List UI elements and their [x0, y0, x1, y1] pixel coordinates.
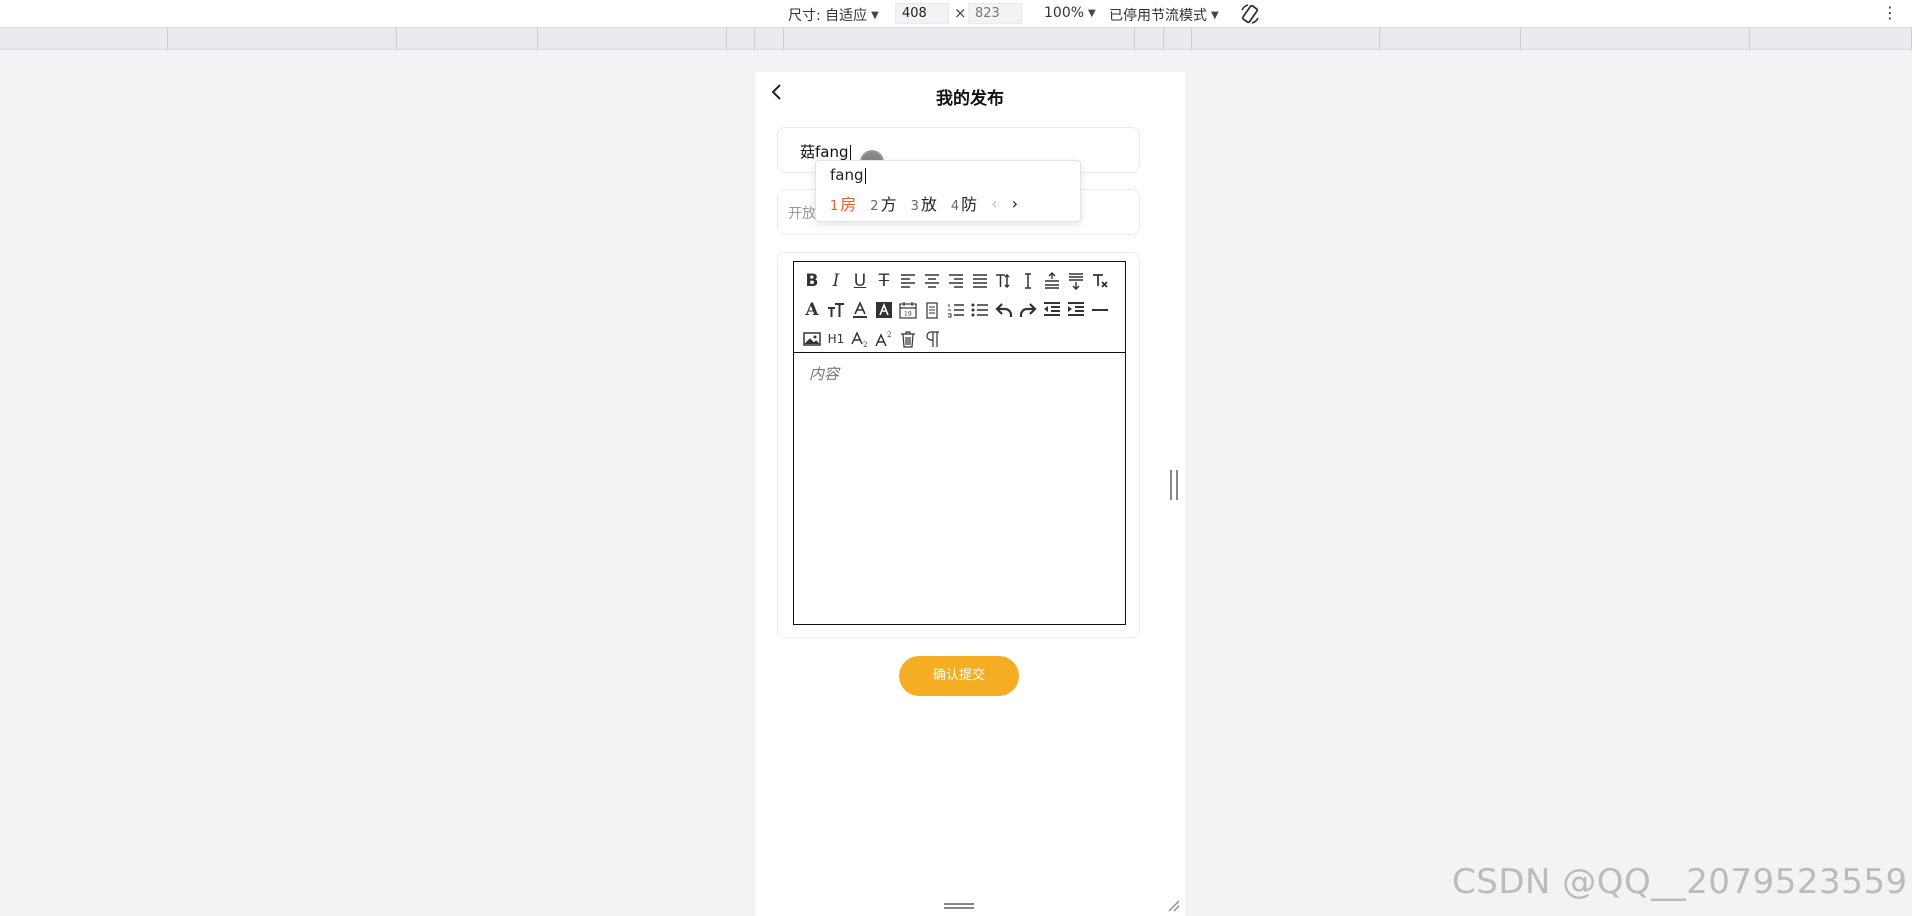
- height-input[interactable]: [968, 3, 1022, 24]
- line-height-icon[interactable]: [1016, 266, 1040, 295]
- height-resize-handle[interactable]: [944, 903, 974, 909]
- ime-pinyin-text: fang: [830, 166, 864, 184]
- candidate-text: 放: [920, 195, 937, 214]
- ruler-segment[interactable]: [1521, 28, 1750, 50]
- throttle-label: 已停用节流模式: [1109, 8, 1207, 24]
- ordered-list-icon[interactable]: [944, 295, 968, 324]
- zoom-dropdown[interactable]: 100% ▼: [1044, 5, 1096, 21]
- svg-text:19: 19: [904, 311, 912, 318]
- media-query-ruler: [0, 28, 1912, 50]
- title-input-value: 菇fang: [800, 141, 851, 162]
- page-title: 我的发布: [936, 89, 1004, 109]
- ime-candidate[interactable]: 1房: [830, 191, 856, 215]
- devtools-toolbar: 尺寸: 自适应 ▼ × 100% ▼ 已停用节流模式 ▼ ⋮: [0, 0, 1912, 28]
- submit-button[interactable]: 确认提交: [899, 656, 1019, 696]
- width-resize-handle[interactable]: [1170, 470, 1178, 500]
- trash-icon[interactable]: [896, 324, 920, 353]
- rich-text-editor: B I U T A 19 H1 2 2 内容: [793, 261, 1126, 625]
- title-text: 菇fang: [800, 143, 849, 161]
- ime-candidate[interactable]: 2方: [870, 191, 896, 215]
- undo-icon[interactable]: [992, 295, 1016, 324]
- editor-card: B I U T A 19 H1 2 2 内容: [777, 252, 1140, 638]
- throttle-dropdown[interactable]: 已停用节流模式 ▼: [1109, 5, 1219, 25]
- clear-format-icon[interactable]: [1088, 266, 1112, 295]
- font-size-icon[interactable]: [992, 266, 1016, 295]
- bullet-list-icon[interactable]: [968, 295, 992, 324]
- candidate-text: 房: [840, 195, 857, 214]
- subscript-icon[interactable]: 2: [848, 324, 872, 353]
- text-transform-icon[interactable]: [824, 295, 848, 324]
- ime-pinyin: fang: [830, 166, 866, 184]
- dimensions-label: 尺寸: 自适应: [788, 8, 868, 24]
- background-color-icon[interactable]: [872, 295, 896, 324]
- chevron-left-icon[interactable]: ‹: [991, 194, 997, 213]
- corner-resize-icon[interactable]: [1166, 898, 1180, 912]
- strikethrough-button[interactable]: T: [872, 266, 896, 295]
- candidate-text: 防: [961, 195, 978, 214]
- clipboard-icon[interactable]: [920, 295, 944, 324]
- underline-button[interactable]: U: [848, 266, 872, 295]
- candidate-number: 4: [950, 199, 960, 214]
- ruler-segment[interactable]: [538, 28, 727, 50]
- chevron-right-icon[interactable]: ›: [1012, 194, 1018, 213]
- width-input[interactable]: [895, 3, 949, 24]
- ruler-segment[interactable]: [784, 28, 1135, 50]
- type-placeholder: 开放: [788, 206, 816, 222]
- ruler-segment[interactable]: [1750, 28, 1912, 50]
- editor-placeholder[interactable]: 内容: [809, 363, 839, 384]
- ruler-segment[interactable]: [168, 28, 397, 50]
- candidate-text: 方: [880, 195, 897, 214]
- dimensions-dropdown[interactable]: 尺寸: 自适应 ▼: [788, 5, 879, 25]
- watermark: CSDN @QQ__2079523559: [1452, 862, 1908, 902]
- text-cursor: [849, 144, 851, 161]
- ruler-segment[interactable]: [755, 28, 784, 50]
- heading-button[interactable]: H1: [824, 324, 848, 353]
- ruler-segment[interactable]: [727, 28, 755, 50]
- align-justify-icon[interactable]: [968, 266, 992, 295]
- ruler-segment[interactable]: [1164, 28, 1192, 50]
- ime-candidate-popup: fang 1房 2方 3放 4防 ‹ ›: [815, 160, 1081, 222]
- times-separator: ×: [954, 4, 967, 22]
- ruler-segment[interactable]: [1135, 28, 1164, 50]
- horizontal-rule-icon[interactable]: [1088, 295, 1112, 324]
- nav-bar: 我的发布: [755, 72, 1185, 116]
- redo-icon[interactable]: [1016, 295, 1040, 324]
- svg-text:2: 2: [863, 341, 867, 349]
- ruler-segment[interactable]: [1380, 28, 1521, 50]
- align-right-icon[interactable]: [944, 266, 968, 295]
- spacing-bottom-icon[interactable]: [1064, 266, 1088, 295]
- superscript-icon[interactable]: 2: [872, 324, 896, 353]
- candidate-number: 2: [870, 199, 879, 214]
- ruler-segment[interactable]: [397, 28, 538, 50]
- align-left-icon[interactable]: [896, 266, 920, 295]
- chevron-down-icon: ▼: [1211, 9, 1219, 21]
- kebab-menu-icon[interactable]: ⋮: [1882, 4, 1898, 22]
- italic-button[interactable]: I: [824, 266, 848, 295]
- image-icon[interactable]: [800, 324, 824, 353]
- indent-icon[interactable]: [1064, 295, 1088, 324]
- date-icon[interactable]: 19: [896, 295, 920, 324]
- font-color-icon[interactable]: [848, 295, 872, 324]
- candidate-number: 1: [830, 199, 839, 214]
- ruler-segment[interactable]: [0, 28, 168, 50]
- chevron-down-icon: ▼: [871, 9, 879, 21]
- ime-candidates: 1房 2方 3放 4防 ‹ ›: [830, 191, 1018, 215]
- outdent-icon[interactable]: [1040, 295, 1064, 324]
- candidate-number: 3: [910, 199, 919, 214]
- paragraph-icon[interactable]: [920, 324, 944, 353]
- rotate-icon[interactable]: [1238, 2, 1262, 26]
- spacing-top-icon[interactable]: [1040, 266, 1064, 295]
- editor-toolbar: B I U T A 19 H1 2 2: [794, 262, 1125, 353]
- bold-button[interactable]: B: [800, 266, 824, 295]
- font-icon[interactable]: A: [800, 295, 824, 324]
- align-center-icon[interactable]: [920, 266, 944, 295]
- ime-candidate[interactable]: 4防: [951, 191, 977, 215]
- ruler-segment[interactable]: [1192, 28, 1380, 50]
- ime-candidate[interactable]: 3放: [911, 191, 937, 215]
- text-cursor: [864, 167, 866, 184]
- svg-text:2: 2: [887, 331, 891, 339]
- zoom-label: 100%: [1044, 5, 1085, 21]
- chevron-down-icon: ▼: [1088, 7, 1096, 19]
